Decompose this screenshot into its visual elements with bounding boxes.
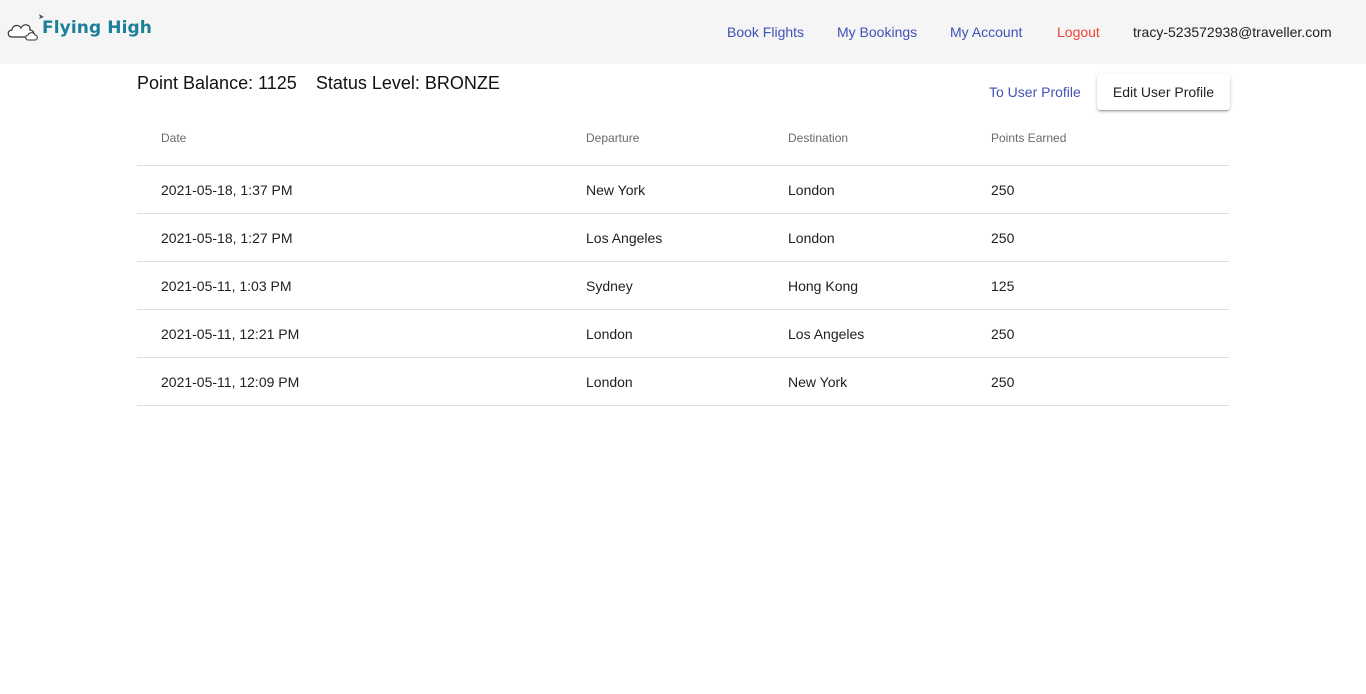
to-user-profile-button[interactable]: To User Profile [975,74,1095,110]
cell-date: 2021-05-11, 1:03 PM [137,261,586,310]
cell-date: 2021-05-11, 12:09 PM [137,357,586,406]
logo-text: Flying High [42,18,152,38]
cell-points: 250 [991,213,1229,262]
account-summary: Point Balance: 1125 Status Level: BRONZE [137,73,514,94]
table-row: 2021-05-11, 1:03 PM Sydney Hong Kong 125 [137,261,1229,310]
nav-my-bookings[interactable]: My Bookings [837,24,917,40]
cell-departure: Sydney [586,261,788,310]
cell-destination: Los Angeles [788,309,991,358]
table-header-row: Date Departure Destination Points Earned [137,110,1229,166]
column-header-destination[interactable]: Destination [788,110,991,166]
cloud-plane-icon [7,14,44,41]
user-email: tracy-523572938@traveller.com [1133,24,1332,40]
edit-user-profile-button[interactable]: Edit User Profile [1097,74,1230,110]
cell-points: 125 [991,261,1229,310]
cell-points: 250 [991,357,1229,406]
column-header-points-earned[interactable]: Points Earned [991,110,1229,166]
table-row: 2021-05-11, 12:09 PM London New York 250 [137,357,1229,406]
nav-my-account[interactable]: My Account [950,24,1022,40]
cell-points: 250 [991,309,1229,358]
cell-departure: London [586,357,788,406]
cell-points: 250 [991,165,1229,214]
cell-destination: London [788,165,991,214]
status-level: Status Level: BRONZE [315,73,500,93]
nav-book-flights[interactable]: Book Flights [727,24,804,40]
table-row: 2021-05-18, 1:37 PM New York London 250 [137,165,1229,214]
cell-departure: Los Angeles [586,213,788,262]
cell-destination: London [788,213,991,262]
table-row: 2021-05-18, 1:27 PM Los Angeles London 2… [137,213,1229,262]
logo[interactable]: Flying High [6,11,152,43]
cell-destination: Hong Kong [788,261,991,310]
cell-date: 2021-05-18, 1:27 PM [137,213,586,262]
cell-departure: New York [586,165,788,214]
column-header-departure[interactable]: Departure [586,110,788,166]
table-row: 2021-05-11, 12:21 PM London Los Angeles … [137,309,1229,358]
top-toolbar: Flying High Book Flights My Bookings My … [0,0,1366,64]
points-history-table: Date Departure Destination Points Earned… [137,110,1229,406]
column-header-date[interactable]: Date [137,110,586,166]
nav-logout[interactable]: Logout [1057,24,1100,40]
cell-departure: London [586,309,788,358]
point-balance: Point Balance: 1125 [137,73,297,93]
cell-date: 2021-05-18, 1:37 PM [137,165,586,214]
cell-date: 2021-05-11, 12:21 PM [137,309,586,358]
cell-destination: New York [788,357,991,406]
